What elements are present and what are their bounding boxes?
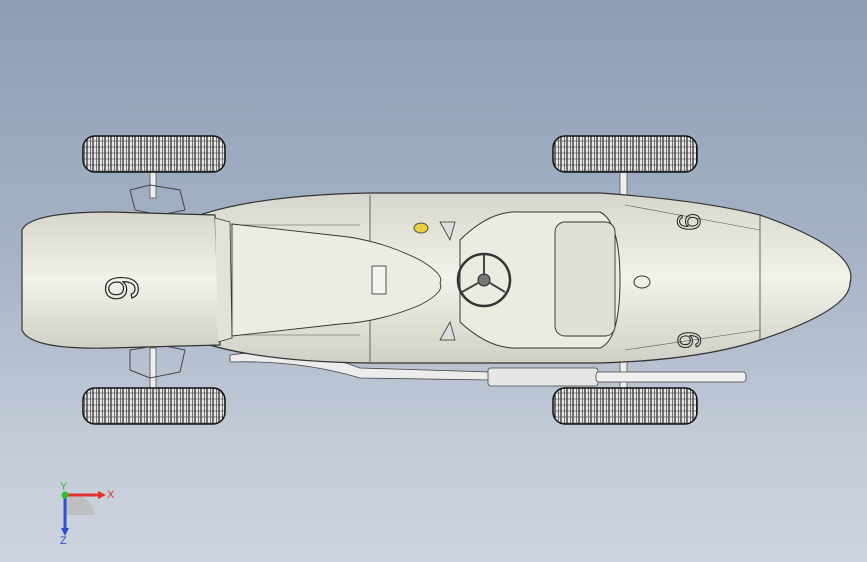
race-number-nose: 6 [95,275,148,302]
race-number-tail-left: 6 [671,213,708,232]
race-number-nose-text: 6 [96,275,148,301]
front-right-tire[interactable] [82,387,226,425]
rear-left-tire[interactable] [552,135,698,173]
rear-right-tire[interactable] [552,387,698,425]
race-car-model[interactable]: 6 6 6 [0,0,867,562]
front-left-tire[interactable] [82,135,226,173]
x-axis-label: X [107,489,115,501]
race-number-tail-left-text: 6 [671,213,707,231]
cad-graphics-viewport[interactable]: 6 6 6 X Y Z [0,0,867,562]
reference-triad[interactable]: X Y Z [40,480,120,545]
z-axis-label: Z [60,535,67,545]
race-number-tail-right-text: 6 [671,331,707,349]
race-number-tail-right: 6 [671,331,708,350]
y-axis-label: Y [60,481,68,493]
